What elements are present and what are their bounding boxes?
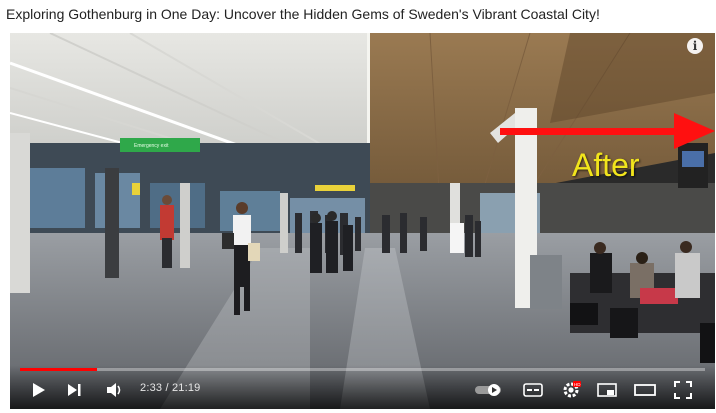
video-frame-airport-terminal: Emergency exit bbox=[10, 33, 715, 409]
page-title: Exploring Gothenburg in One Day: Uncover… bbox=[6, 6, 600, 22]
time-display: 2:33 / 21:19 bbox=[140, 382, 201, 394]
progress-bar[interactable] bbox=[20, 368, 705, 371]
next-icon[interactable] bbox=[62, 379, 88, 401]
hd-badge: HD bbox=[574, 382, 581, 387]
emergency-exit-sign: Emergency exit bbox=[134, 143, 169, 149]
after-overlay-label: After bbox=[572, 147, 640, 183]
play-icon[interactable] bbox=[26, 379, 52, 401]
volume-icon[interactable] bbox=[102, 379, 128, 401]
fullscreen-icon[interactable] bbox=[670, 379, 696, 401]
theater-icon[interactable] bbox=[632, 379, 658, 401]
miniplayer-icon[interactable] bbox=[594, 379, 620, 401]
autoplay-toggle-icon[interactable] bbox=[472, 379, 506, 401]
player-controls: 2:33 / 21:19 HD bbox=[10, 365, 715, 409]
subtitles-icon[interactable] bbox=[520, 379, 546, 401]
info-icon[interactable]: i bbox=[687, 38, 703, 54]
progress-bar-fill bbox=[20, 368, 98, 371]
video-player[interactable]: Emergency exit After i 2:33 / 21:19 HD bbox=[10, 33, 715, 409]
gear-icon[interactable]: HD bbox=[558, 379, 584, 401]
